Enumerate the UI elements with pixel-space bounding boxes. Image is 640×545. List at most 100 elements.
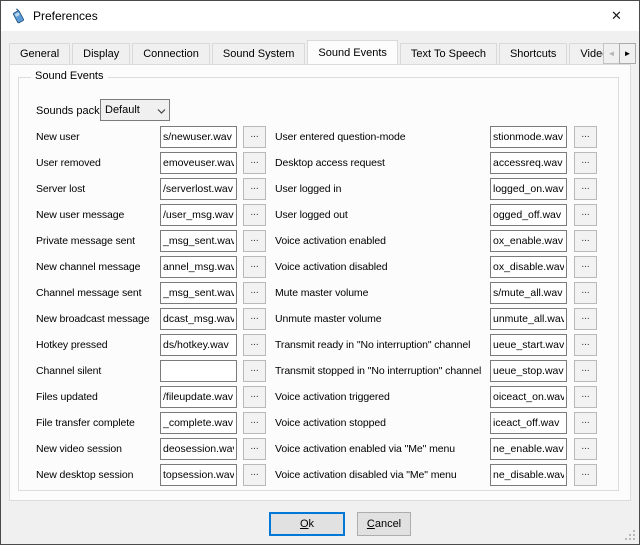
browse-button[interactable]: ... — [243, 204, 266, 226]
browse-button[interactable]: ... — [243, 126, 266, 148]
sound-file-input[interactable] — [490, 204, 567, 226]
browse-button[interactable]: ... — [243, 464, 266, 486]
sound-file-input[interactable] — [490, 126, 567, 148]
sound-file-input[interactable] — [490, 386, 567, 408]
sound-event-row-new-broadcast-message: New broadcast message... — [36, 306, 304, 332]
sound-event-label: User entered question-mode — [275, 124, 405, 150]
browse-button[interactable]: ... — [243, 334, 266, 356]
sound-file-input[interactable] — [490, 230, 567, 252]
sound-event-row-hotkey-pressed: Hotkey pressed... — [36, 332, 304, 358]
tab-shortcuts[interactable]: Shortcuts — [499, 43, 567, 64]
browse-button[interactable]: ... — [243, 412, 266, 434]
sound-event-row-new-video-session: New video session... — [36, 436, 304, 462]
sound-file-input[interactable] — [490, 256, 567, 278]
browse-button[interactable]: ... — [574, 178, 597, 200]
sound-file-input[interactable] — [160, 334, 237, 356]
tab-text-to-speech[interactable]: Text To Speech — [400, 43, 497, 64]
browse-button[interactable]: ... — [243, 178, 266, 200]
tab-scroll-buttons: ◄ ► — [603, 43, 637, 64]
sound-event-row-channel-message-sent: Channel message sent... — [36, 280, 304, 306]
sound-file-input[interactable] — [160, 360, 237, 382]
sound-file-input[interactable] — [160, 412, 237, 434]
browse-button[interactable]: ... — [243, 152, 266, 174]
sound-event-label: Mute master volume — [275, 280, 368, 306]
browse-button[interactable]: ... — [574, 282, 597, 304]
sounds-pack-select[interactable]: Default — [100, 99, 170, 121]
sound-file-input[interactable] — [160, 230, 237, 252]
sound-event-label: Voice activation disabled — [275, 254, 388, 280]
sound-events-groupbox: Sound Events Sounds pack Default New use… — [18, 77, 619, 491]
ok-button-label: Ok — [271, 514, 343, 534]
browse-button[interactable]: ... — [574, 204, 597, 226]
resize-grip[interactable] — [625, 530, 635, 540]
close-icon[interactable]: ✕ — [594, 1, 639, 31]
tab-scroll-left-icon[interactable]: ◄ — [603, 43, 620, 64]
sound-file-input[interactable] — [490, 438, 567, 460]
sound-event-row-voice-activation-stopped: Voice activation stopped... — [275, 410, 605, 436]
sound-file-input[interactable] — [160, 152, 237, 174]
groupbox-title: Sound Events — [31, 70, 108, 82]
sound-file-input[interactable] — [490, 152, 567, 174]
sound-file-input[interactable] — [490, 464, 567, 486]
tab-sound-system[interactable]: Sound System — [212, 43, 306, 64]
sound-event-label: Private message sent — [36, 228, 135, 254]
browse-button[interactable]: ... — [574, 308, 597, 330]
browse-button[interactable]: ... — [574, 152, 597, 174]
tab-connection[interactable]: Connection — [132, 43, 210, 64]
tab-general[interactable]: General — [9, 43, 70, 64]
sound-file-input[interactable] — [160, 178, 237, 200]
sound-file-input[interactable] — [160, 256, 237, 278]
browse-button[interactable]: ... — [243, 256, 266, 278]
sound-file-input[interactable] — [160, 464, 237, 486]
sound-file-input[interactable] — [490, 282, 567, 304]
browse-button[interactable]: ... — [243, 282, 266, 304]
sound-event-row-new-user: New user... — [36, 124, 304, 150]
tab-video[interactable]: Video — [569, 43, 603, 64]
browse-button[interactable]: ... — [574, 126, 597, 148]
browse-button[interactable]: ... — [574, 438, 597, 460]
sound-event-label: Hotkey pressed — [36, 332, 108, 358]
tab-display[interactable]: Display — [72, 43, 130, 64]
sound-file-input[interactable] — [160, 386, 237, 408]
browse-button[interactable]: ... — [574, 334, 597, 356]
sound-event-row-new-desktop-session: New desktop session... — [36, 462, 304, 488]
sound-file-input[interactable] — [490, 412, 567, 434]
sound-event-row-transmit-stopped-in-no-interruption-channel: Transmit stopped in "No interruption" ch… — [275, 358, 605, 384]
sound-file-input[interactable] — [160, 126, 237, 148]
cancel-button[interactable]: Cancel — [357, 512, 411, 536]
sound-event-row-voice-activation-disabled-via-me-menu: Voice activation disabled via "Me" menu.… — [275, 462, 605, 488]
sound-event-label: File transfer complete — [36, 410, 135, 436]
sound-event-label: Files updated — [36, 384, 98, 410]
sound-file-input[interactable] — [490, 308, 567, 330]
tab-scroll-right-icon[interactable]: ► — [619, 43, 636, 64]
browse-button[interactable]: ... — [574, 230, 597, 252]
sound-event-label: Voice activation enabled — [275, 228, 386, 254]
sound-file-input[interactable] — [490, 334, 567, 356]
browse-button[interactable]: ... — [243, 230, 266, 252]
browse-button[interactable]: ... — [574, 256, 597, 278]
sound-file-input[interactable] — [490, 360, 567, 382]
tab-sound-events[interactable]: Sound Events — [307, 40, 398, 64]
sound-event-label: New broadcast message — [36, 306, 149, 332]
browse-button[interactable]: ... — [243, 438, 266, 460]
sound-event-label: New user — [36, 124, 80, 150]
sound-file-input[interactable] — [160, 308, 237, 330]
sound-event-label: Server lost — [36, 176, 85, 202]
browse-button[interactable]: ... — [243, 308, 266, 330]
sound-events-column-left: New user...User removed...Server lost...… — [36, 124, 304, 488]
browse-button[interactable]: ... — [574, 386, 597, 408]
sound-file-input[interactable] — [160, 282, 237, 304]
ok-button[interactable]: Ok — [269, 512, 345, 536]
browse-button[interactable]: ... — [574, 412, 597, 434]
browse-button[interactable]: ... — [243, 386, 266, 408]
sound-event-row-new-user-message: New user message... — [36, 202, 304, 228]
browse-button[interactable]: ... — [574, 464, 597, 486]
sound-event-row-file-transfer-complete: File transfer complete... — [36, 410, 304, 436]
sound-file-input[interactable] — [160, 204, 237, 226]
sound-event-label: Voice activation stopped — [275, 410, 386, 436]
sound-file-input[interactable] — [490, 178, 567, 200]
browse-button[interactable]: ... — [574, 360, 597, 382]
sound-event-label: New channel message — [36, 254, 140, 280]
browse-button[interactable]: ... — [243, 360, 266, 382]
sound-file-input[interactable] — [160, 438, 237, 460]
